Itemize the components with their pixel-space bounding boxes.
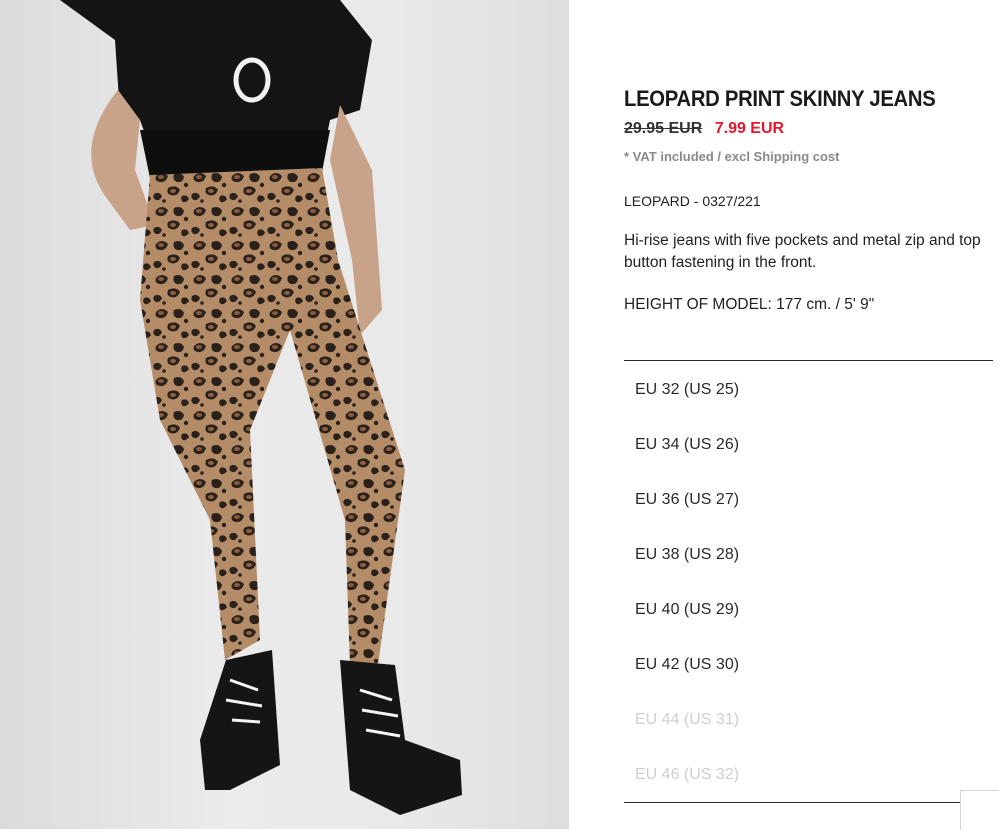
model-height: HEIGHT OF MODEL: 177 cm. / 5' 9": [624, 296, 875, 313]
size-option[interactable]: EU 38 (US 28): [624, 527, 993, 582]
size-label: EU 36 (US 27): [635, 490, 740, 508]
divider-top: [624, 360, 993, 361]
product-reference: LEOPARD - 0327/221: [624, 193, 761, 209]
product-info: LEOPARD PRINT SKINNY JEANS 29.95 EUR 7.9…: [624, 0, 999, 829]
size-option[interactable]: EU 36 (US 27): [624, 472, 993, 527]
vat-note: * VAT included / excl Shipping cost: [624, 149, 840, 164]
size-label: EU 38 (US 28): [635, 545, 740, 563]
sale-price: 7.99 EUR: [714, 120, 785, 137]
size-option[interactable]: EU 42 (US 30): [624, 637, 993, 692]
size-option[interactable]: EU 34 (US 26): [624, 417, 993, 472]
size-label: EU 42 (US 30): [635, 655, 740, 673]
price-block: 29.95 EUR 7.99 EUR: [624, 120, 784, 138]
size-label: EU 40 (US 29): [635, 600, 740, 618]
size-option[interactable]: EU 32 (US 25): [624, 362, 993, 417]
size-label: EU 44 (US 31): [635, 710, 740, 728]
size-label: EU 32 (US 25): [635, 380, 740, 398]
size-option[interactable]: EU 46 (US 32): [624, 747, 993, 802]
size-label: EU 34 (US 26): [635, 435, 740, 453]
size-label: EU 46 (US 32): [635, 765, 740, 783]
scroll-corner[interactable]: [960, 790, 999, 830]
model-image: [60, 0, 462, 815]
product-title: LEOPARD PRINT SKINNY JEANS: [624, 86, 936, 111]
old-price: 29.95 EUR: [624, 120, 703, 137]
size-option[interactable]: EU 44 (US 31): [624, 692, 993, 747]
size-option[interactable]: EU 40 (US 29): [624, 582, 993, 637]
size-list: EU 32 (US 25) EU 34 (US 26) EU 36 (US 27…: [624, 362, 993, 802]
divider-bottom: [624, 802, 993, 803]
product-photo: [0, 0, 569, 829]
product-description: Hi-rise jeans with five pockets and meta…: [624, 232, 981, 271]
